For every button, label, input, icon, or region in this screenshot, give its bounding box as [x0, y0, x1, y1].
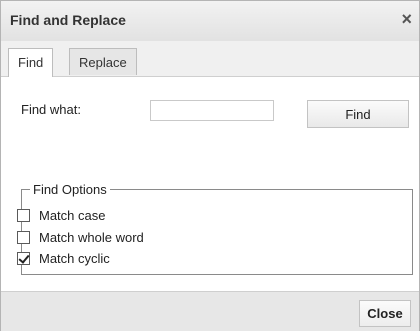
dialog-title: Find and Replace	[10, 12, 126, 28]
close-button[interactable]: Close	[359, 300, 411, 327]
close-icon[interactable]: ×	[401, 9, 412, 29]
match-cyclic-label: Match cyclic	[39, 250, 110, 266]
match-cyclic-checkbox[interactable]	[17, 251, 30, 265]
match-whole-word-option[interactable]: Match whole word	[17, 228, 144, 246]
match-case-label: Match case	[39, 207, 106, 223]
match-case-checkbox[interactable]	[17, 208, 30, 222]
tab-strip: Find Replace	[1, 41, 419, 77]
find-replace-dialog: Find and Replace × Find Replace Find wha…	[0, 0, 420, 331]
tab-replace[interactable]: Replace	[69, 48, 137, 75]
find-what-input[interactable]	[150, 100, 274, 121]
tab-find[interactable]: Find	[8, 48, 54, 77]
dialog-titlebar[interactable]: Find and Replace ×	[1, 1, 419, 42]
match-whole-word-label: Match whole word	[39, 229, 144, 245]
find-what-label: Find what:	[21, 102, 81, 117]
match-cyclic-option[interactable]: Match cyclic	[17, 249, 110, 267]
dialog-footer: Close	[1, 291, 419, 331]
find-button[interactable]: Find	[307, 100, 409, 128]
match-whole-word-checkbox[interactable]	[17, 230, 30, 244]
match-case-option[interactable]: Match case	[17, 206, 105, 224]
find-options-legend: Find Options	[33, 182, 107, 197]
